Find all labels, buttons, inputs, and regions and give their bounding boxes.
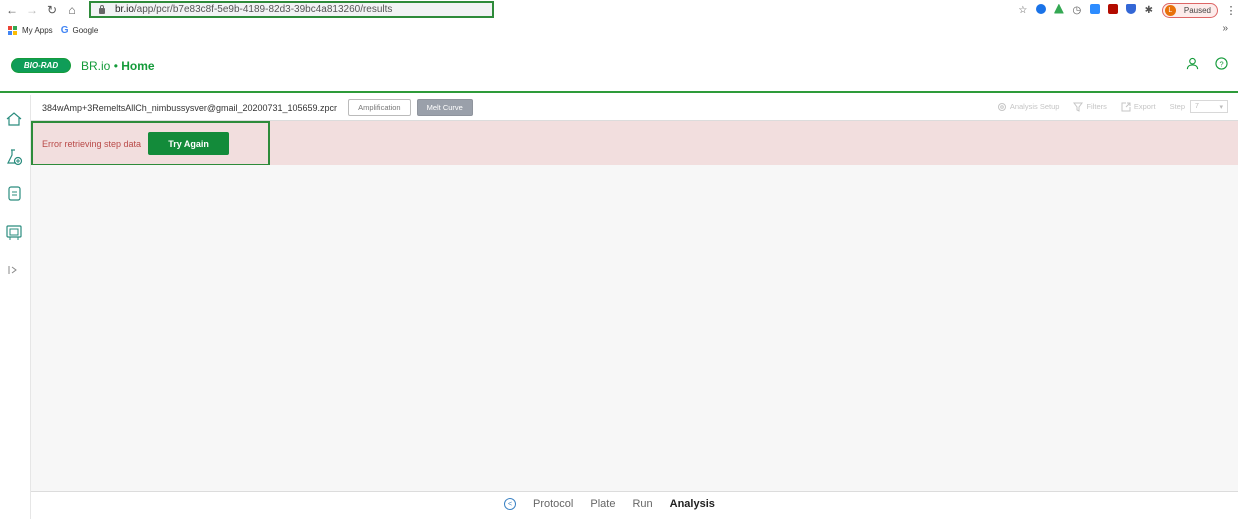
bookmark-my-apps[interactable]: My Apps [8,25,53,35]
left-sidebar [0,95,31,519]
step-dropdown[interactable]: 7 ▾ [1190,100,1228,113]
browser-toolbar: ← → ↻ ⌂ br.io/app/pcr/b7e83c8f-5e9b-4189… [0,0,1238,20]
user-icon[interactable] [1186,57,1199,70]
lock-icon [97,5,107,14]
back-circle-icon[interactable]: < [504,498,516,510]
zoom-icon[interactable] [1086,3,1104,17]
menu-dots-icon[interactable]: ⋮ [1224,4,1238,17]
nav-step-plate[interactable]: Plate [590,498,615,510]
tab-amplification[interactable]: Amplification [348,99,411,116]
bookmarks-more[interactable]: » [1222,23,1228,34]
profile-status: Paused [1183,5,1211,15]
app-title: BR.io • Home [81,59,155,73]
document-icon[interactable] [5,184,23,202]
filters-label: Filters [1086,102,1107,111]
svg-text:?: ? [1219,59,1223,68]
step-label: Step [1169,102,1185,111]
error-banner: Error retrieving step data Try Again [31,121,1238,166]
step-selector: Step 7 ▾ [1170,100,1228,113]
analysis-setup-label: Analysis Setup [1009,102,1060,111]
file-name: 384wAmp+3RemeltsAllCh_nimbussysver@gmail… [42,102,338,113]
workflow-nav: < Protocol Plate Run Analysis [31,491,1238,519]
filter-icon [1073,102,1084,112]
profile-button[interactable]: L Paused [1161,2,1218,18]
help-icon[interactable]: ? [1215,57,1228,70]
extension-icon[interactable] [1032,3,1050,17]
page-title: Home [121,58,155,73]
address-bar[interactable]: br.io/app/pcr/b7e83c8f-5e9b-4189-82d3-39… [89,1,494,18]
drive-icon[interactable] [1050,3,1068,17]
forward-arrow-icon[interactable]: → [22,3,42,17]
bookmark-label: Google [72,25,99,35]
export-button[interactable]: Export [1121,102,1156,112]
analysis-setup-button[interactable]: Analysis Setup [997,102,1060,112]
flask-add-icon[interactable] [5,148,23,166]
analysis-toolbar: 384wAmp+3RemeltsAllCh_nimbussysver@gmail… [31,95,1238,121]
bookmark-label: My Apps [22,25,53,35]
avatar: L [1164,4,1176,16]
filters-button[interactable]: Filters [1073,102,1107,112]
clock-icon[interactable]: ◷ [1068,5,1086,16]
reload-icon[interactable]: ↻ [42,3,62,17]
home-icon[interactable]: ⌂ [62,3,82,17]
error-message-box: Error retrieving step data Try Again [31,121,270,166]
shield-icon[interactable] [1122,3,1140,17]
bio-rad-logo: BIO-RAD [11,58,71,73]
results-content-area [31,165,1238,491]
back-arrow-icon[interactable]: ← [2,3,22,17]
bookmark-google[interactable]: G Google [61,25,99,36]
bookmarks-bar: My Apps G Google » [0,20,1238,40]
home-icon[interactable] [5,110,23,128]
tab-melt-curve[interactable]: Melt Curve [416,99,473,116]
nav-step-run[interactable]: Run [632,498,652,510]
step-value: 7 [1195,103,1199,110]
app-header: BIO-RAD BR.io • Home ? [0,40,1238,93]
url-host: br.io [115,4,134,15]
extensions-area: ☆ ◷ ✱ L Paused ⋮ [1014,0,1238,20]
app-name: BR.io [81,58,111,73]
apps-grid-icon [8,25,17,35]
gear-icon [997,102,1006,111]
url-path: /app/pcr/b7e83c8f-5e9b-4189-82d3-39bc4a8… [133,4,393,15]
error-message: Error retrieving step data [42,138,142,149]
export-label: Export [1133,102,1156,111]
instrument-icon[interactable] [5,223,23,241]
nav-step-protocol[interactable]: Protocol [533,498,573,510]
export-icon [1121,102,1131,111]
try-again-button[interactable]: Try Again [148,132,230,155]
expand-sidebar-icon[interactable] [8,265,18,275]
chevron-down-icon: ▾ [1219,103,1223,111]
pdf-icon[interactable] [1104,3,1122,17]
google-icon: G [60,24,69,36]
star-icon[interactable]: ☆ [1014,5,1032,16]
nav-step-analysis[interactable]: Analysis [670,498,715,510]
title-separator: • [113,58,118,73]
puzzle-icon[interactable]: ✱ [1140,5,1158,16]
